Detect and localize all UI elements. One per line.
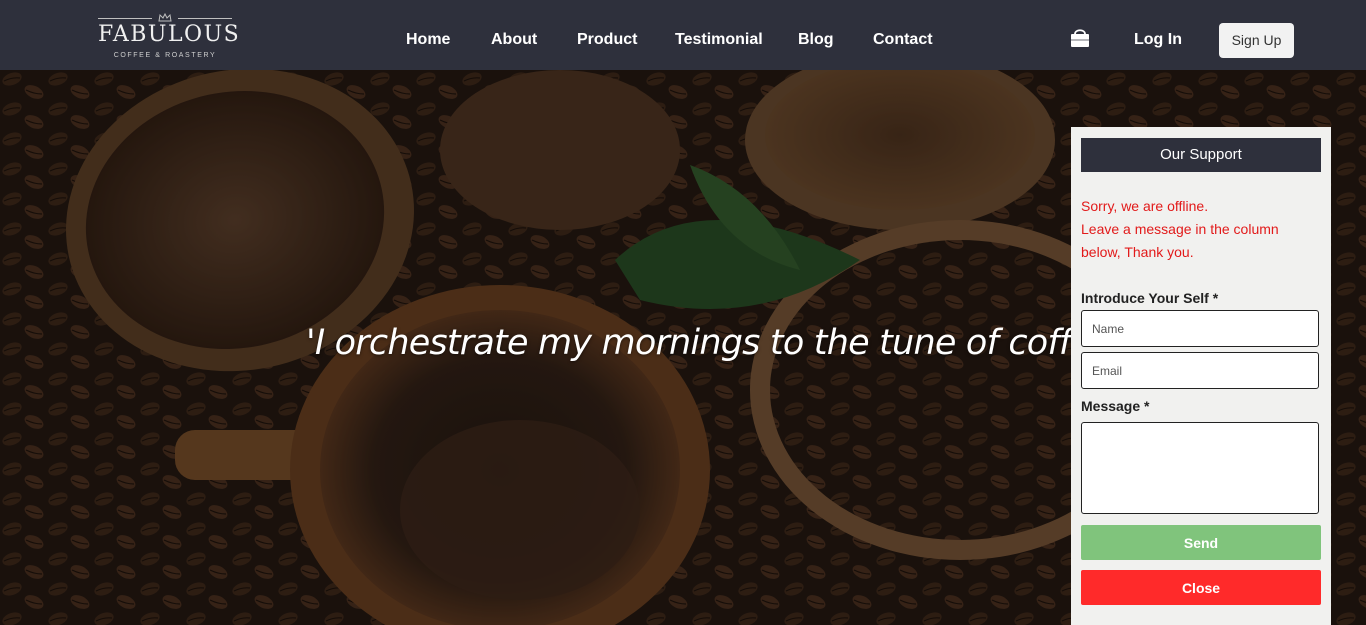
offline-message: Sorry, we are offline. Leave a message i… [1081,195,1321,264]
nav-product[interactable]: Product [577,30,637,50]
signup-button[interactable]: Sign Up [1219,23,1294,58]
offline-line-1: Sorry, we are offline. [1081,198,1209,214]
brand-tagline: COFFEE & ROASTERY [113,52,217,59]
nav-testimonial[interactable]: Testimonial [675,30,763,50]
intro-label: Introduce Your Self * [1081,290,1219,306]
nav-contact[interactable]: Contact [873,30,933,50]
hero-quote: 'I orchestrate my mornings to the tune o… [306,323,1122,363]
support-title: Our Support [1081,138,1321,172]
name-input[interactable] [1081,310,1319,347]
message-textarea[interactable] [1081,422,1319,514]
shopping-bag-icon[interactable] [1069,27,1091,49]
message-label: Message * [1081,398,1150,414]
brand-logo[interactable]: FABULOUS COFFEE & ROASTERY [98,8,241,64]
offline-line-2: Leave a message in the column below, Tha… [1081,221,1279,260]
navbar: FABULOUS COFFEE & ROASTERY Home About Pr… [0,0,1366,70]
login-link[interactable]: Log In [1134,30,1182,50]
send-button[interactable]: Send [1081,525,1321,560]
close-button[interactable]: Close [1081,570,1321,605]
brand-name: FABULOUS [98,22,241,47]
nav-blog[interactable]: Blog [798,30,834,50]
nav-about[interactable]: About [491,30,537,50]
nav-home[interactable]: Home [406,30,450,50]
support-panel: Our Support Sorry, we are offline. Leave… [1071,127,1331,625]
email-input[interactable] [1081,352,1319,389]
